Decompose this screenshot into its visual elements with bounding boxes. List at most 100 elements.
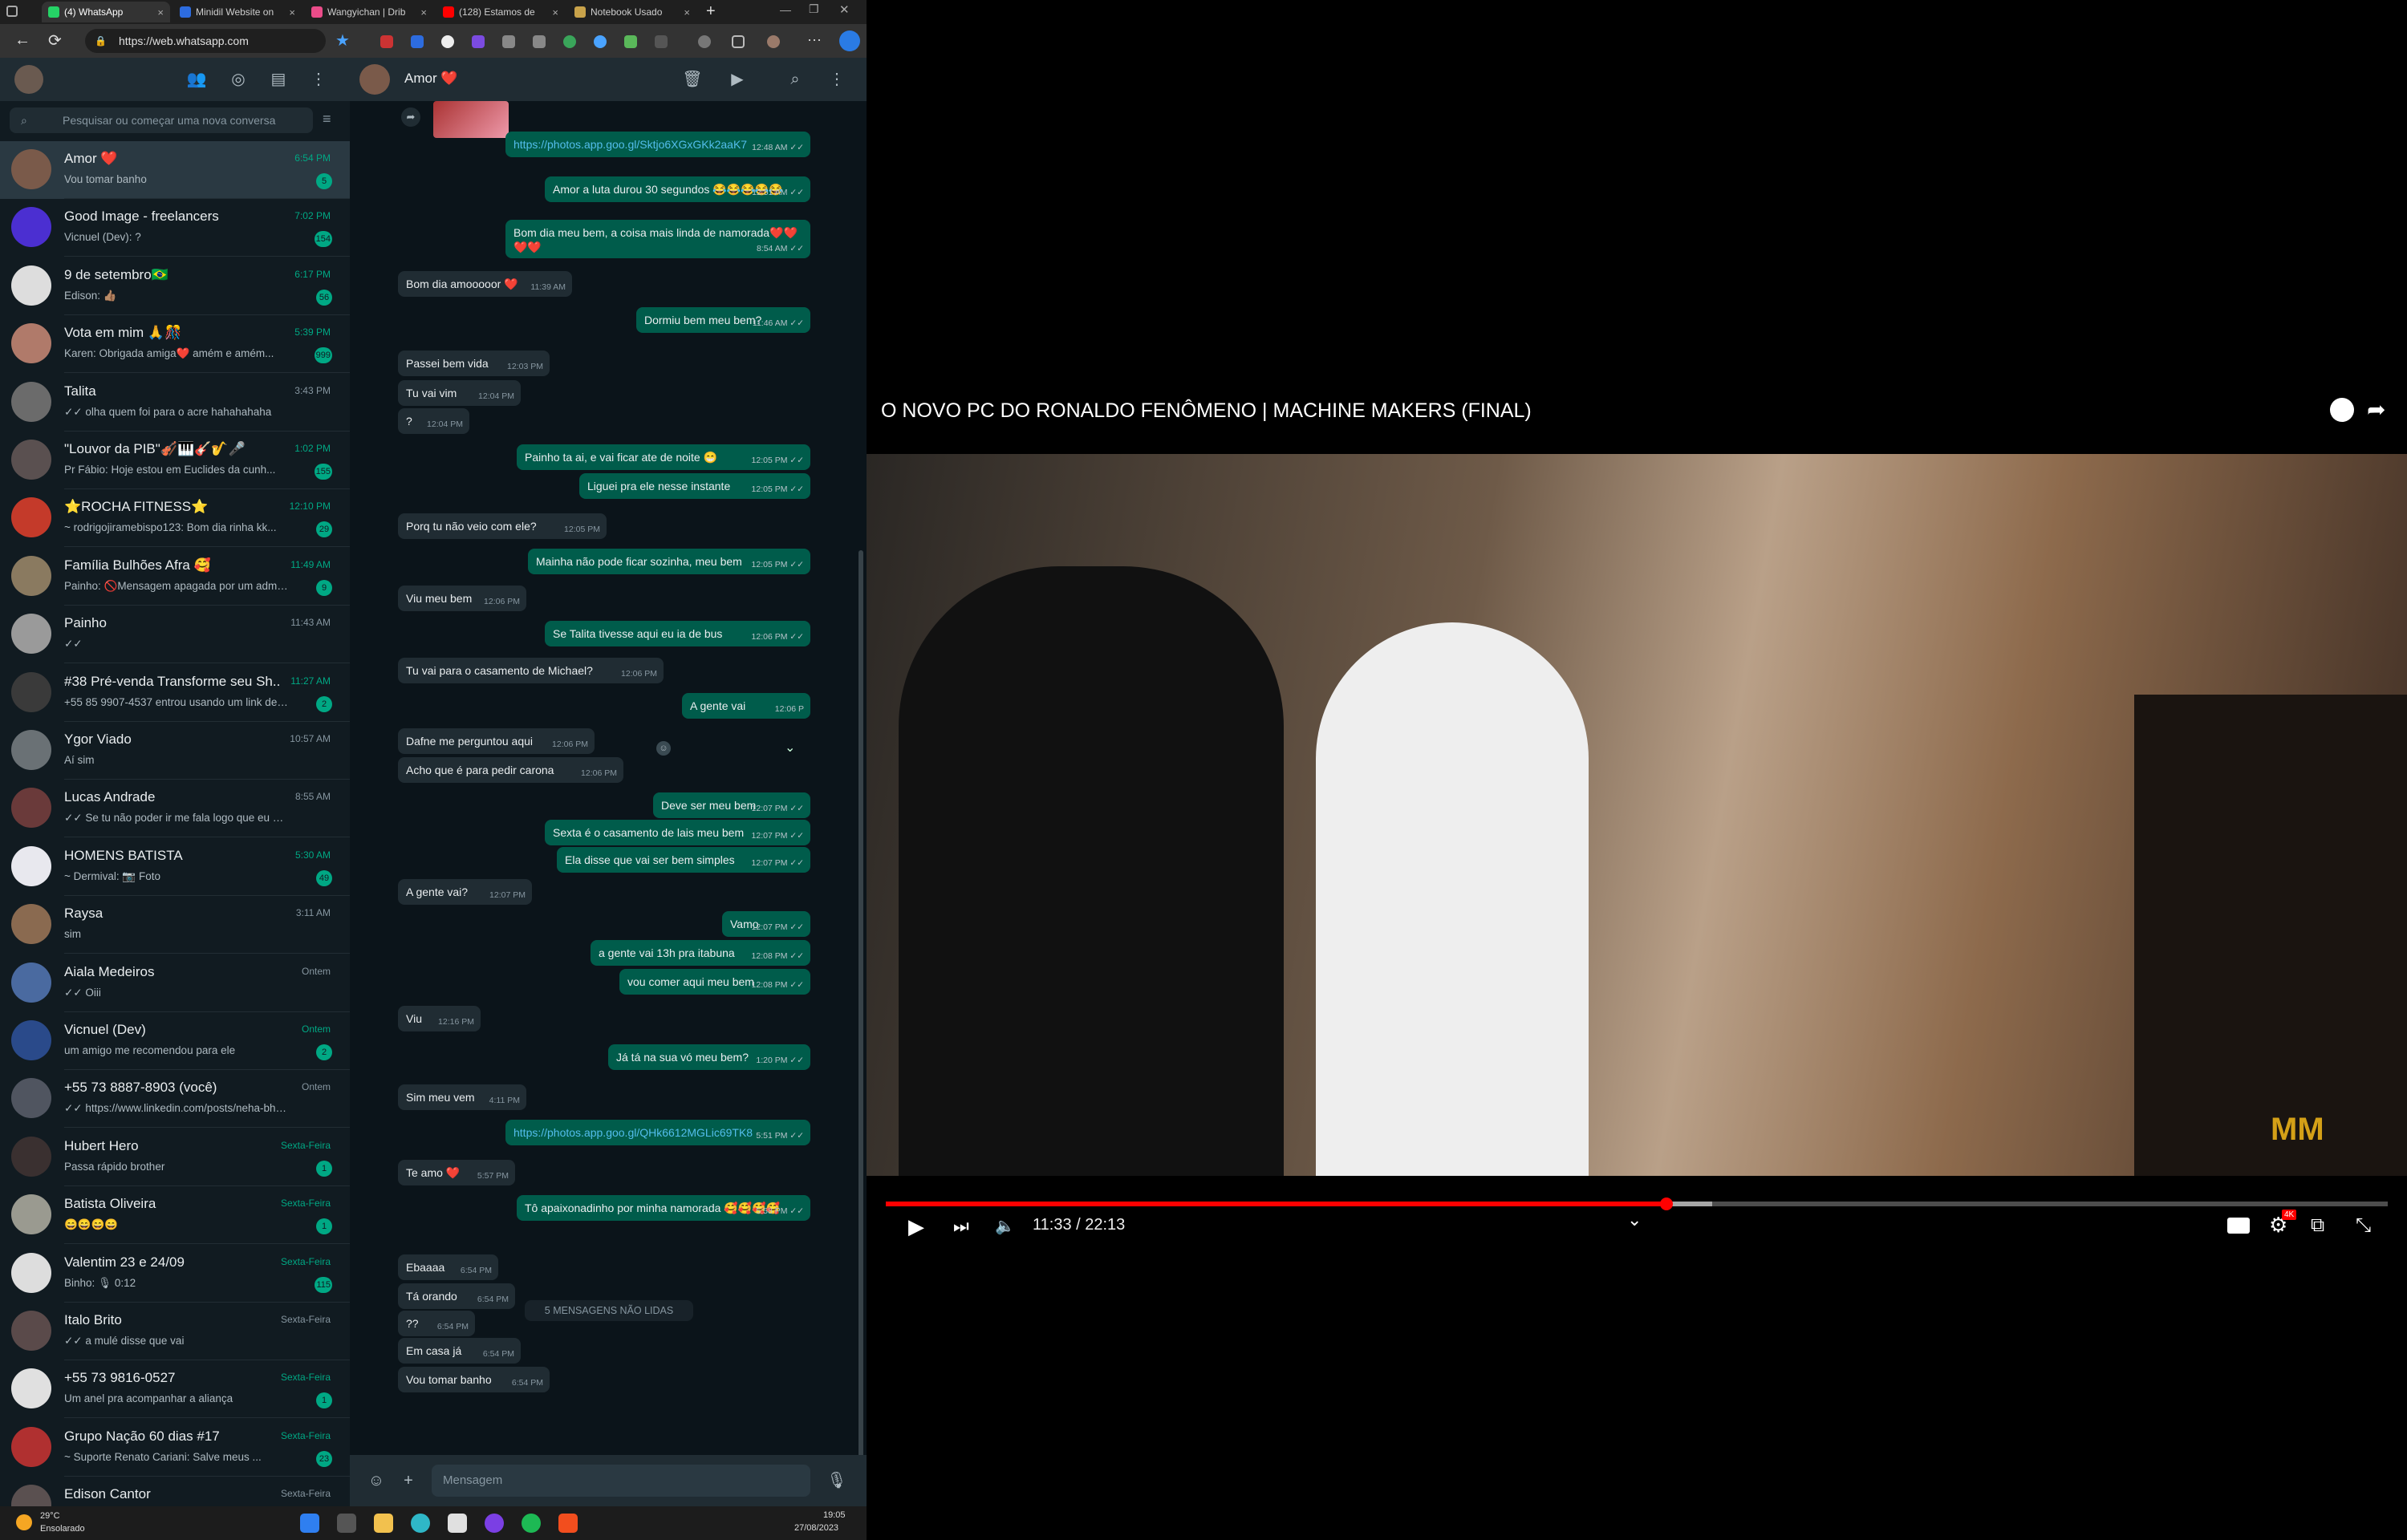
extension-icon[interactable] — [594, 35, 607, 48]
chat-list-item[interactable]: 9 de setembro🇧🇷 Edison: 👍🏽 6:17 PM 56 — [0, 257, 350, 315]
incoming-message[interactable]: Tu vai para o casamento de Michael? 12:06… — [398, 658, 664, 683]
incoming-message[interactable]: Dafne me perguntou aqui 12:06 PM — [398, 728, 595, 754]
outgoing-message[interactable]: Já tá na sua vó meu bem? 1:20 PM ✓✓ — [608, 1044, 810, 1070]
outgoing-message[interactable]: Dormiu bem meu bem? 11:46 AM ✓✓ — [636, 307, 810, 333]
contact-avatar[interactable] — [359, 64, 390, 95]
chat-list-item[interactable]: Grupo Nação 60 dias #17 ~ Suporte Renato … — [0, 1419, 350, 1477]
share-icon[interactable]: ➦ — [2367, 396, 2385, 423]
chat-list-item[interactable]: Good Image - freelancers Vicnuel (Dev): ?… — [0, 199, 350, 257]
browser-menu-icon[interactable]: ··· — [807, 31, 822, 48]
incoming-message[interactable]: ?? 6:54 PM — [398, 1311, 475, 1336]
chat-list-item[interactable]: #38 Pré-venda Transforme seu Sh... +55 85… — [0, 664, 350, 722]
extension-icon[interactable] — [655, 35, 668, 48]
chat-list-item[interactable]: Painho ✓✓ 11:43 AM — [0, 606, 350, 664]
outgoing-message[interactable]: Tô apaixonadinho por minha namorada 🥰🥰🥰🥰… — [517, 1195, 810, 1221]
refresh-extension-icon[interactable] — [698, 35, 711, 48]
incoming-message[interactable]: Te amo ❤️ 5:57 PM — [398, 1160, 515, 1185]
tab-2[interactable]: Wangyichan | Drib × — [305, 2, 433, 22]
clock-time[interactable]: 19:05 — [823, 1510, 846, 1520]
tab-close-icon[interactable]: × — [420, 6, 427, 18]
message-area[interactable]: ➦ 5 MENSAGENS NÃO LIDAS ⌄ ☺ https://phot… — [350, 101, 867, 1505]
message-menu-chevron-icon[interactable]: ⌄ — [785, 740, 795, 756]
weather-icon[interactable] — [16, 1514, 32, 1530]
profile-avatar[interactable] — [767, 35, 780, 48]
scrollbar[interactable] — [858, 550, 863, 1497]
message-text[interactable]: https://photos.app.goo.gl/QHk6612MGLic69… — [513, 1126, 753, 1139]
chat-list-item[interactable]: Vota em mim 🙏🎊 Karen: Obrigada amiga❤️ am… — [0, 315, 350, 374]
incoming-message[interactable]: Tá orando 6:54 PM — [398, 1283, 515, 1309]
extension-icon[interactable] — [472, 35, 485, 48]
extension-icon[interactable] — [380, 35, 393, 48]
extension-icon[interactable] — [502, 35, 515, 48]
tab-3[interactable]: (128) Estamos de × — [436, 2, 565, 22]
split-screen-icon[interactable] — [732, 35, 745, 48]
task-view-icon[interactable] — [337, 1514, 356, 1533]
chat-list-item[interactable]: "Louvor da PIB"🎻🎹🎸🎷🎤 Pr Fábio: Hoje estou… — [0, 432, 350, 489]
incoming-message[interactable]: Acho que é para pedir carona 12:06 PM — [398, 757, 623, 783]
tab-close-icon[interactable]: × — [684, 6, 690, 18]
volume-icon[interactable]: 🔈 — [995, 1216, 1015, 1236]
discord-icon[interactable] — [485, 1514, 504, 1533]
tab-actions-icon[interactable] — [6, 6, 18, 17]
search-input[interactable]: ⌕ Pesquisar ou começar uma nova conversa — [10, 107, 313, 133]
status-icon[interactable]: ◎ — [228, 69, 249, 90]
communities-icon[interactable]: 👥 — [186, 69, 207, 90]
outgoing-message[interactable]: vou comer aqui meu bem 12:08 PM ✓✓ — [619, 969, 810, 995]
incoming-message[interactable]: Passei bem vida 12:03 PM — [398, 351, 550, 376]
incoming-message[interactable]: Viu 12:16 PM — [398, 1006, 481, 1031]
spotify-icon[interactable] — [522, 1514, 541, 1533]
watch-later-icon[interactable] — [2330, 398, 2354, 422]
emoji-icon[interactable]: ☺ — [366, 1470, 387, 1491]
tab-0[interactable]: (4) WhatsApp × — [42, 2, 170, 22]
chat-list-item[interactable]: ⭐ROCHA FITNESS⭐ ~ rodrigojiramebispo123: … — [0, 489, 350, 548]
outgoing-message[interactable]: Painho ta ai, e vai ficar ate de noite 😁… — [517, 444, 810, 470]
next-icon[interactable]: ⏭ — [953, 1216, 969, 1237]
microphone-icon[interactable]: 🎙 — [826, 1470, 847, 1491]
incoming-message[interactable]: ? 12:04 PM — [398, 408, 469, 434]
chat-list-item[interactable]: Família Bulhões Afra 🥰 Painho: 🚫Mensagem … — [0, 548, 350, 606]
tab-close-icon[interactable]: × — [157, 6, 164, 18]
incoming-message[interactable]: A gente vai? 12:07 PM — [398, 879, 532, 905]
play-icon[interactable]: ▶ — [908, 1214, 924, 1239]
start-icon[interactable] — [300, 1514, 319, 1533]
chat-list-item[interactable]: +55 73 9816-0527 Um anel pra acompanhar a… — [0, 1360, 350, 1419]
maximize-icon[interactable]: ❐ — [809, 2, 819, 16]
chat-list-item[interactable]: Amor ❤️ Vou tomar banho 6:54 PM 5 — [0, 141, 350, 199]
outgoing-message[interactable]: Ela disse que vai ser bem simples 12:07 P… — [557, 847, 810, 873]
edge-icon[interactable] — [411, 1514, 430, 1533]
clock-date[interactable]: 27/08/2023 — [794, 1523, 838, 1533]
file-explorer-icon[interactable] — [374, 1514, 393, 1533]
incoming-message[interactable]: Em casa já 6:54 PM — [398, 1338, 521, 1364]
chapters-chevron-icon[interactable]: ⌄ — [1627, 1210, 1642, 1230]
chat-list-item[interactable]: Ygor Viado Aí sim 10:57 AM — [0, 722, 350, 780]
outgoing-message[interactable]: Vamo 12:07 PM ✓✓ — [722, 911, 810, 937]
outgoing-message[interactable]: A gente vai 12:06 P — [682, 693, 810, 719]
chat-menu-icon[interactable]: ⋮ — [826, 69, 847, 90]
chat-list-item[interactable]: Raysa sim 3:11 AM — [0, 896, 350, 954]
outgoing-message[interactable]: Mainha não pode ficar sozinha, meu bem 12… — [528, 549, 810, 574]
incoming-message[interactable]: Vou tomar banho 6:54 PM — [398, 1367, 550, 1392]
outgoing-message[interactable]: Deve ser meu bem 12:07 PM ✓✓ — [653, 792, 810, 818]
incoming-message[interactable]: Sim meu vem 4:11 PM — [398, 1084, 526, 1110]
favorite-star-icon[interactable]: ★ — [335, 30, 350, 51]
outgoing-message[interactable]: Amor a luta durou 30 segundos 😂😂😂😂😂 12:51… — [545, 176, 810, 202]
chat-list-item[interactable]: Batista Oliveira 😄😄😄😄 Sexta-Feira 1 — [0, 1186, 350, 1245]
store-icon[interactable] — [448, 1514, 467, 1533]
chat-list-item[interactable]: Hubert Hero Passa rápido brother Sexta-Fei… — [0, 1129, 350, 1186]
incoming-message[interactable]: Ebaaaa 6:54 PM — [398, 1254, 498, 1280]
bing-icon[interactable] — [839, 30, 860, 51]
emoji-reaction-icon[interactable]: ☺ — [656, 741, 671, 756]
url-field[interactable]: 🔒 https://web.whatsapp.com — [85, 29, 326, 53]
incoming-message[interactable]: Viu meu bem 12:06 PM — [398, 586, 526, 611]
tab-close-icon[interactable]: × — [552, 6, 558, 18]
chat-list-item[interactable]: Lucas Andrade ✓✓ Se tu não poder ir me fa… — [0, 780, 350, 838]
exit-fullscreen-icon[interactable]: ⤡ — [2356, 1214, 2371, 1237]
outgoing-message[interactable]: https://photos.app.goo.gl/QHk6612MGLic69… — [505, 1120, 810, 1145]
outgoing-message[interactable]: https://photos.app.goo.gl/Sktjo6XGxGKk2a… — [505, 132, 810, 157]
back-icon[interactable]: ← — [14, 31, 30, 50]
chat-list-item[interactable]: +55 73 8887-8903 (você) ✓✓ https://www.li… — [0, 1070, 350, 1129]
new-chat-icon[interactable]: ▤ — [268, 69, 289, 90]
video-frame[interactable]: MM — [867, 454, 2407, 1176]
outgoing-message[interactable]: a gente vai 13h pra itabuna 12:08 PM ✓✓ — [591, 940, 810, 966]
outgoing-message[interactable]: Sexta é o casamento de lais meu bem 12:07… — [545, 820, 810, 845]
